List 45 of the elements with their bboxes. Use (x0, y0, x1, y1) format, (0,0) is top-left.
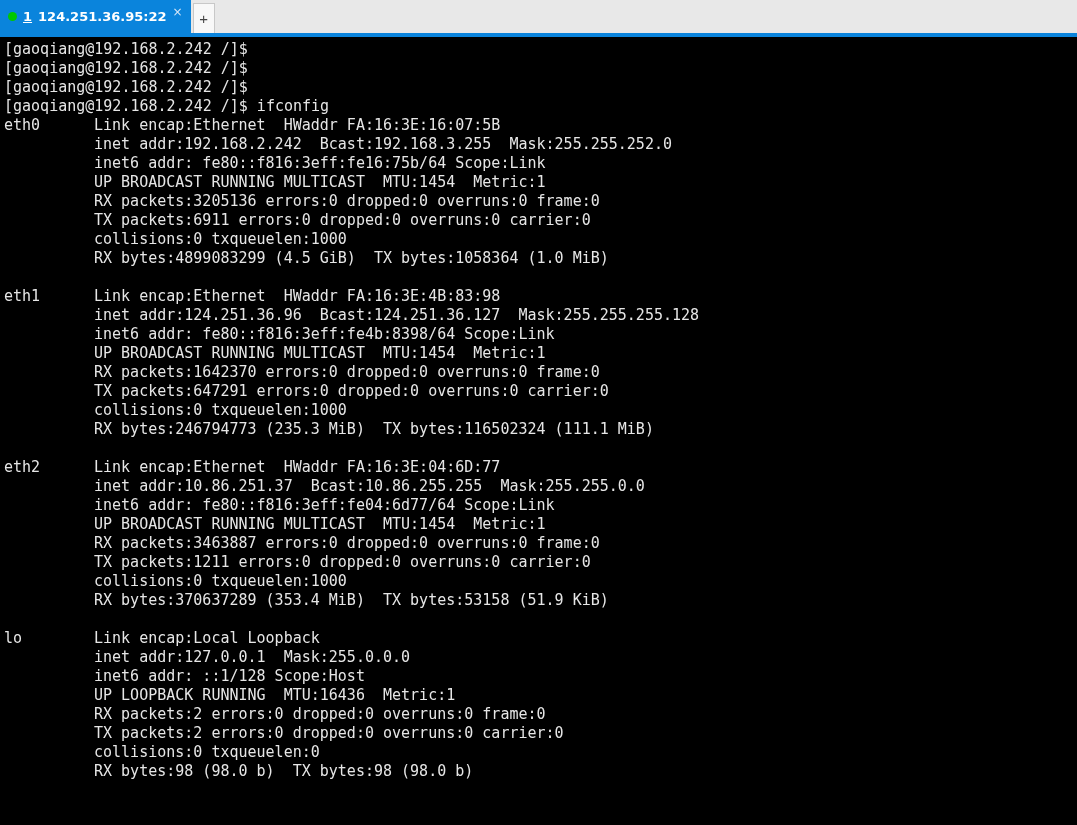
output-line: RX bytes:98 (98.0 b) TX bytes:98 (98.0 b) (94, 762, 474, 781)
output-line: RX bytes:4899083299 (4.5 GiB) TX bytes:1058364 (1.0 MiB) (94, 249, 609, 268)
output-line: collisions:0 txqueuelen:1000 (94, 572, 347, 591)
interface-name: eth1 (4, 287, 41, 306)
output-line: collisions:0 txqueuelen:1000 (94, 230, 347, 249)
interface-name: lo (4, 629, 23, 648)
output-line: RX packets:1642370 errors:0 dropped:0 overruns:0 frame:0 (94, 363, 600, 382)
output-line: inet addr:10.86.251.37 Bcast:10.86.255.255 Mask:255.255.0.0 (94, 477, 645, 496)
prompt-line: [gaoqiang@192.168.2.242 /]$ (4, 78, 248, 97)
output-line: inet addr:127.0.0.1 Mask:255.0.0.0 (94, 648, 411, 667)
output-line: UP BROADCAST RUNNING MULTICAST MTU:1454 Metric:1 (94, 173, 546, 192)
output-line: TX packets:2 errors:0 dropped:0 overruns:0 carrier:0 (94, 724, 564, 743)
output-line: RX bytes:246794773 (235.3 MiB) TX bytes:116502324 (111.1 MiB) (94, 420, 654, 439)
output-line: inet addr:192.168.2.242 Bcast:192.168.3.255 Mask:255.255.252.0 (94, 135, 672, 154)
output-line: RX bytes:370637289 (353.4 MiB) TX bytes:53158 (51.9 KiB) (94, 591, 609, 610)
prompt-line: [gaoqiang@192.168.2.242 /]$ (4, 40, 248, 59)
tab-number: 1 (23, 9, 33, 24)
output-line: TX packets:6911 errors:0 dropped:0 overruns:0 carrier:0 (94, 211, 591, 230)
output-line: UP LOOPBACK RUNNING MTU:16436 Metric:1 (94, 686, 456, 705)
output-line: collisions:0 txqueuelen:0 (94, 743, 320, 762)
output-line: inet addr:124.251.36.96 Bcast:124.251.36.127 Mask:255.255.255.128 (94, 306, 700, 325)
prompt-line: [gaoqiang@192.168.2.242 /]$ (4, 59, 248, 78)
output-line: TX packets:647291 errors:0 dropped:0 overruns:0 carrier:0 (94, 382, 609, 401)
output-line: RX packets:2 errors:0 dropped:0 overruns:0 frame:0 (94, 705, 546, 724)
output-line: UP BROADCAST RUNNING MULTICAST MTU:1454 Metric:1 (94, 515, 546, 534)
output-line: Link encap:Local Loopback (94, 629, 320, 648)
output-line: inet6 addr: fe80::f816:3eff:fe4b:8398/64 Scope:Link (94, 325, 555, 344)
close-tab-button[interactable]: × (172, 5, 183, 19)
tab-title: 124.251.36.95:22 (38, 9, 167, 24)
output-line: collisions:0 txqueuelen:1000 (94, 401, 347, 420)
prompt-line: [gaoqiang@192.168.2.242 /]$ ifconfig (4, 97, 330, 116)
output-line: RX packets:3205136 errors:0 dropped:0 overruns:0 frame:0 (94, 192, 600, 211)
session-tab[interactable]: 1 124.251.36.95:22 × (0, 0, 191, 33)
new-tab-button[interactable]: + (192, 3, 215, 33)
output-line: TX packets:1211 errors:0 dropped:0 overruns:0 carrier:0 (94, 553, 591, 572)
output-line: Link encap:Ethernet HWaddr FA:16:3E:16:07:5B (94, 116, 501, 135)
output-line: inet6 addr: ::1/128 Scope:Host (94, 667, 365, 686)
output-line: UP BROADCAST RUNNING MULTICAST MTU:1454 Metric:1 (94, 344, 546, 363)
output-line: inet6 addr: fe80::f816:3eff:fe16:75b/64 Scope:Link (94, 154, 546, 173)
output-line: Link encap:Ethernet HWaddr FA:16:3E:4B:83:98 (94, 287, 501, 306)
interface-name: eth0 (4, 116, 41, 135)
output-line: RX packets:3463887 errors:0 dropped:0 overruns:0 frame:0 (94, 534, 600, 553)
output-line: inet6 addr: fe80::f816:3eff:fe04:6d77/64 Scope:Link (94, 496, 555, 515)
output-line: Link encap:Ethernet HWaddr FA:16:3E:04:6D:77 (94, 458, 501, 477)
interface-name: eth2 (4, 458, 41, 477)
